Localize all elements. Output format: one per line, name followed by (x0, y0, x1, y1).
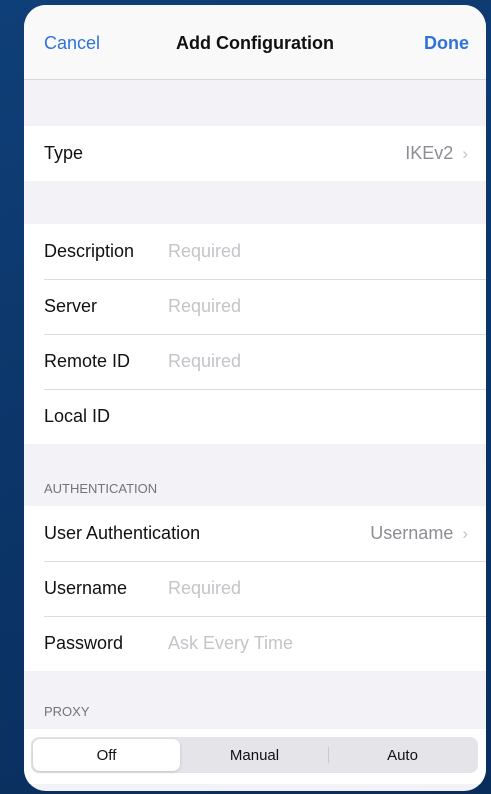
proxy-option-off[interactable]: Off (33, 739, 180, 771)
local-id-row[interactable]: Local ID (24, 389, 486, 444)
username-field[interactable]: Required (168, 578, 468, 599)
local-id-label: Local ID (44, 406, 111, 426)
type-label: Type (44, 143, 84, 163)
remote-id-row[interactable]: Remote ID Required (24, 334, 486, 389)
proxy-option-manual[interactable]: Manual (181, 739, 328, 771)
password-row[interactable]: Password Ask Every Time (24, 616, 486, 671)
chevron-right-icon: › (462, 523, 468, 543)
navigation-bar: Cancel Add Configuration Done (24, 5, 486, 80)
chevron-right-icon: › (462, 143, 468, 163)
user-authentication-row[interactable]: User Authentication Username › (24, 506, 486, 561)
type-value: IKEv2 (405, 143, 454, 163)
username-label: Username (44, 578, 128, 598)
authentication-group: User Authentication Username › Username … (24, 506, 486, 671)
server-field[interactable]: Required (168, 296, 468, 317)
password-label: Password (44, 633, 124, 653)
proxy-header: PROXY (44, 704, 90, 719)
server-row[interactable]: Server Required (24, 279, 486, 334)
type-row[interactable]: Type IKEv2 › (24, 126, 486, 181)
description-field[interactable]: Required (168, 241, 468, 262)
description-row[interactable]: Description Required (24, 224, 486, 279)
authentication-header: AUTHENTICATION (44, 481, 158, 496)
username-row[interactable]: Username Required (24, 561, 486, 616)
type-group: Type IKEv2 › (24, 126, 486, 181)
proxy-control-wrap: Off Manual Auto (24, 729, 486, 784)
add-configuration-sheet: Cancel Add Configuration Done Type IKEv2… (24, 5, 486, 791)
user-authentication-label: User Authentication (44, 523, 201, 543)
description-label: Description (44, 241, 135, 261)
authentication-section: AUTHENTICATION (24, 444, 486, 506)
password-field[interactable]: Ask Every Time (168, 633, 468, 654)
server-label: Server (44, 296, 98, 316)
general-group: Description Required Server Required Rem… (24, 224, 486, 444)
done-button[interactable]: Done (424, 33, 469, 54)
remote-id-field[interactable]: Required (168, 351, 468, 372)
remote-id-label: Remote ID (44, 351, 131, 371)
proxy-option-auto[interactable]: Auto (329, 739, 476, 771)
user-authentication-value: Username (370, 523, 454, 543)
proxy-section: PROXY (24, 671, 486, 729)
page-title: Add Configuration (176, 33, 334, 53)
proxy-segmented-control[interactable]: Off Manual Auto (31, 737, 478, 773)
